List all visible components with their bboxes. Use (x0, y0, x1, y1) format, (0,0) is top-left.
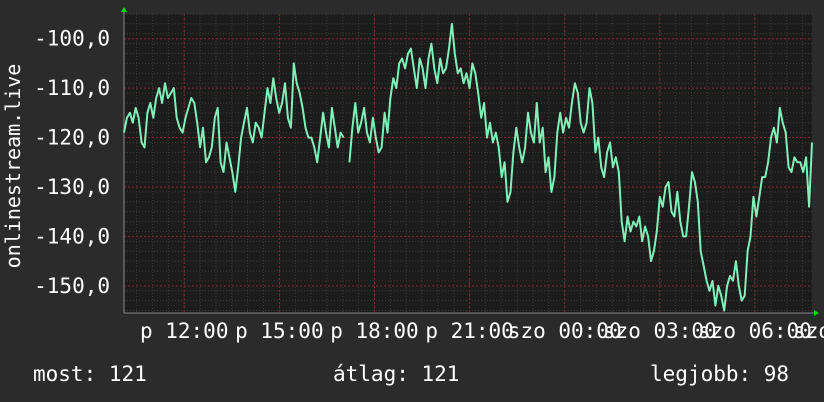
chart-window: -100,0 -110,0 -120,0 -130,0 -140,0 -150,0 p 1… (0, 0, 824, 402)
plot-area (124, 14, 812, 313)
line-chart: -100,0 -110,0 -120,0 -130,0 -140,0 -150,0 p 1… (1, 7, 824, 343)
x-tick-labels: p 12:00 p 15:00 p 18:00 p 21:00szo 00:00szo… (140, 319, 824, 343)
y-tick-label: -110,0 (34, 76, 110, 100)
x-tick-label: szo 09:00 (793, 319, 824, 343)
average-value: átlag: 121 (333, 362, 460, 386)
y-tick-label: -130,0 (34, 175, 110, 199)
current-value: most: 121 (33, 362, 147, 386)
x-tick-label: p 21:00 (425, 319, 514, 343)
y-tick-label: -140,0 (34, 224, 110, 248)
y-tick-labels: -100,0 -110,0 -120,0 -130,0 -140,0 -150,0 (34, 27, 110, 298)
best-value: legjobb: 98 (650, 362, 790, 386)
y-tick-label: -150,0 (34, 274, 110, 298)
x-tick-label: p 15:00 (235, 319, 324, 343)
y-axis-label: onlinestream.live (1, 64, 25, 269)
x-tick-label: p 12:00 (140, 319, 229, 343)
y-tick-label: -120,0 (34, 126, 110, 150)
y-axis-arrow-icon (121, 7, 127, 12)
x-axis-arrow-icon (814, 310, 819, 316)
y-tick-label: -100,0 (34, 27, 110, 51)
x-tick-label: p 18:00 (330, 319, 419, 343)
